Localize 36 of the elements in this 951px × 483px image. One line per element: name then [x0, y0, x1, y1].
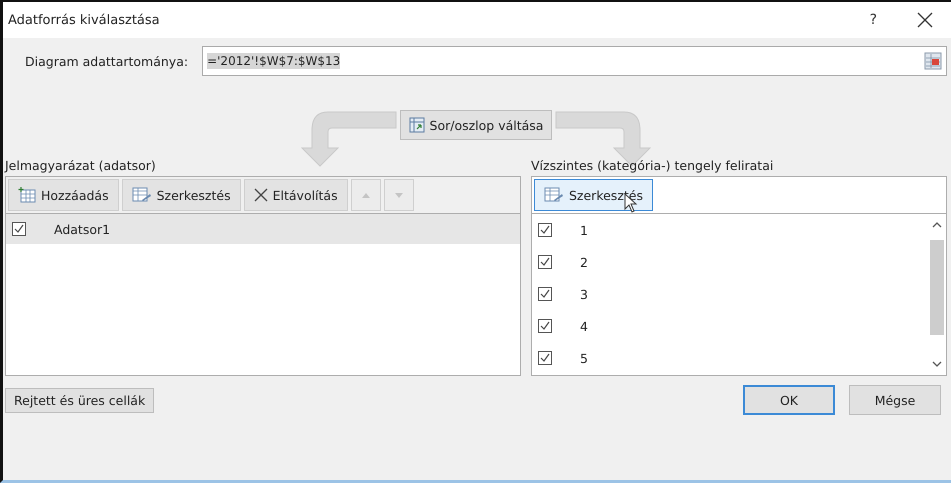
legend-title: Jelmagyarázat (adatsor)	[5, 158, 157, 173]
category-list-item[interactable]: 2	[532, 246, 928, 278]
category-list-item[interactable]: 5	[532, 342, 928, 374]
category-list-item[interactable]: 4	[532, 310, 928, 342]
window-title: Adatforrás kiválasztása	[8, 12, 160, 28]
ok-button[interactable]: OK	[743, 385, 835, 415]
cancel-button[interactable]: Mégse	[849, 385, 941, 415]
hidden-empty-cells-button[interactable]: Rejtett és üres cellák	[5, 388, 154, 412]
edit-table-icon	[132, 187, 152, 203]
checkbox[interactable]	[538, 319, 552, 333]
help-button[interactable]: ?	[866, 12, 881, 28]
category-list-item[interactable]: 1	[532, 214, 928, 246]
category-list-item[interactable]: 3	[532, 278, 928, 310]
axis-labels-title: Vízszintes (kategória-) tengely feliratai	[531, 158, 774, 173]
switch-icon	[408, 117, 425, 133]
checkbox[interactable]	[12, 222, 26, 236]
down-triangle-icon	[394, 192, 403, 198]
range-label: Diagram adattartománya:	[25, 54, 188, 68]
checkbox[interactable]	[538, 287, 552, 301]
checkbox[interactable]	[538, 351, 552, 365]
add-table-icon	[18, 187, 36, 203]
edit-series-button[interactable]: Szerkesztés	[122, 179, 241, 211]
range-picker-icon[interactable]	[924, 52, 942, 70]
switch-row-column-button[interactable]: Sor/oszlop váltása	[400, 110, 552, 140]
scroll-down-icon[interactable]	[932, 361, 942, 367]
edit-table-icon	[544, 187, 564, 203]
up-triangle-icon	[362, 192, 370, 198]
series-list-item[interactable]: Adatsor1	[6, 214, 520, 244]
checkbox[interactable]	[538, 223, 552, 237]
range-field[interactable]: ='2012'!$W$7:$W$13	[202, 46, 947, 76]
remove-icon	[254, 188, 268, 202]
remove-series-button[interactable]: Eltávolítás	[244, 179, 348, 211]
close-icon[interactable]	[917, 12, 933, 28]
checkbox[interactable]	[538, 255, 552, 269]
scroll-up-icon[interactable]	[932, 222, 942, 228]
add-series-button[interactable]: Hozzáadás	[8, 179, 119, 211]
